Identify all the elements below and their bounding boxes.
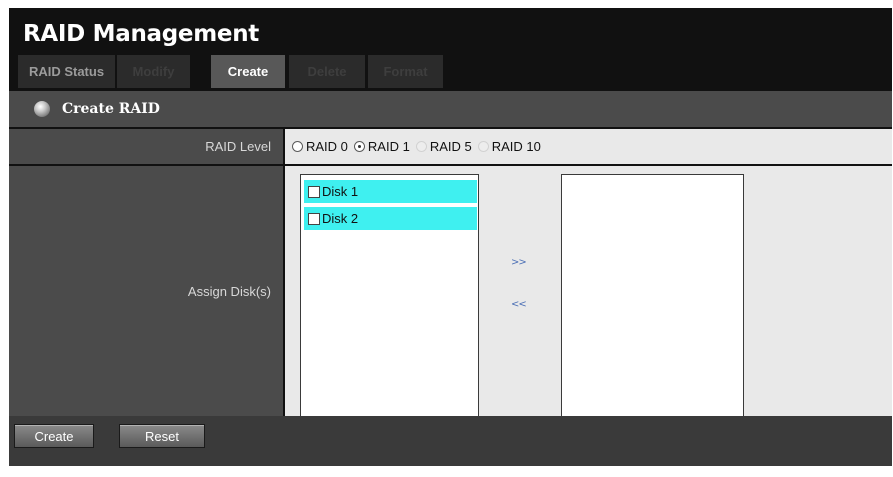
tab-format: Format — [368, 55, 443, 88]
available-disks-list[interactable]: Disk 1 Disk 2 — [300, 174, 479, 417]
disc-icon — [34, 101, 50, 117]
add-disk-button[interactable]: >> — [511, 257, 527, 268]
section-header: Create RAID — [9, 91, 892, 127]
radio-button-selected[interactable] — [353, 141, 365, 152]
disk-label: Disk 1 — [322, 184, 359, 199]
remove-disk-button[interactable]: << — [511, 299, 527, 310]
radio-button-disabled — [477, 141, 489, 152]
raid-5-option: RAID 5 — [415, 139, 472, 154]
raid-0-option[interactable]: RAID 0 — [292, 139, 348, 154]
list-item-disk-2[interactable]: Disk 2 — [304, 207, 477, 230]
raid-level-radio-group: RAID 0 RAID 1 RAID 5 RAID 10 — [292, 129, 547, 164]
disk-label: Disk 2 — [322, 211, 359, 226]
radio-label: RAID 0 — [306, 139, 348, 154]
raid-1-option[interactable]: RAID 1 — [353, 139, 410, 154]
tab-delete: Delete — [289, 55, 365, 88]
reset-button[interactable]: Reset — [119, 424, 205, 448]
footer-bar: Create Reset — [9, 416, 892, 466]
radio-button[interactable] — [292, 141, 303, 152]
assign-disks-value-cell: Disk 1 Disk 2 >> << — [285, 166, 892, 419]
raid-level-label-cell: RAID Level — [9, 129, 283, 164]
assign-disks-label-cell: Assign Disk(s) — [9, 166, 283, 416]
list-item-disk-1[interactable]: Disk 1 — [304, 180, 477, 203]
assigned-disks-list[interactable] — [561, 174, 744, 419]
tab-modify: Modify — [117, 55, 190, 88]
tab-create[interactable]: Create — [211, 55, 285, 88]
create-button[interactable]: Create — [14, 424, 94, 448]
tab-raid-status[interactable]: RAID Status — [18, 55, 115, 88]
radio-button-disabled — [415, 141, 427, 152]
raid-level-label: RAID Level — [205, 139, 271, 154]
radio-label: RAID 1 — [367, 139, 410, 154]
radio-label: RAID 10 — [491, 139, 541, 154]
page-title: RAID Management — [23, 21, 259, 47]
radio-label: RAID 5 — [429, 139, 472, 154]
section-title: Create RAID — [62, 101, 160, 117]
assign-disks-label: Assign Disk(s) — [187, 284, 271, 299]
raid-level-value-cell: RAID 0 RAID 1 RAID 5 RAID 10 — [285, 129, 892, 164]
disk-checkbox[interactable] — [308, 185, 320, 198]
disk-checkbox[interactable] — [308, 212, 320, 225]
raid-management-window: RAID Management RAID Status Modify Creat… — [9, 8, 892, 466]
raid-10-option: RAID 10 — [477, 139, 541, 154]
